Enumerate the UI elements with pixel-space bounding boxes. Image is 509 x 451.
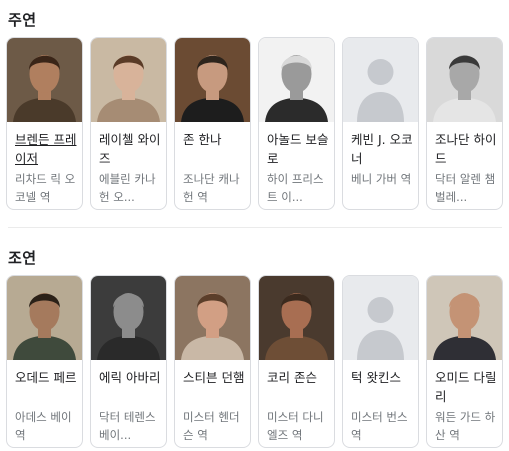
cast-role: 리차드 릭 오코넬 역	[15, 172, 76, 204]
cast-card[interactable]: 조나단 하이드 닥터 알렌 챔벌레...	[426, 37, 503, 210]
cast-role: 에블린 카나헌 오...	[99, 172, 156, 204]
cast-role: 닥터 알렌 챔벌레...	[435, 172, 496, 204]
placeholder-avatar	[343, 38, 418, 122]
cast-card[interactable]: 에릭 아바리 닥터 테렌스 베이...	[90, 275, 167, 448]
cast-role: 조나단 캐나헌 역	[183, 172, 240, 204]
person-photo	[91, 276, 166, 360]
cast-name: 스티븐 던햄	[183, 370, 245, 385]
lead-cast-section: 주연 브렌든 프레이저 리차드 릭 오코넬 역 레이첼 와이즈 에블린 카나헌 …	[0, 0, 509, 220]
cast-name: 조나단 하이드	[435, 132, 497, 166]
cast-card[interactable]: 존 한나 조나단 캐나헌 역	[174, 37, 251, 210]
section-divider	[8, 227, 502, 228]
cast-role: 워든 가드 하산 역	[435, 410, 496, 442]
person-photo	[259, 38, 334, 122]
cast-role: 미스터 다니엘즈 역	[267, 410, 324, 442]
cast-card[interactable]: 오데드 페르 아데스 베이 역	[6, 275, 83, 448]
person-photo	[175, 276, 250, 360]
cast-card[interactable]: 스티븐 던햄 미스터 헨더슨 역	[174, 275, 251, 448]
supporting-cast-section: 조연 오데드 페르 아데스 베이 역 에릭 아바리 닥터 테렌스 베이... 스…	[0, 238, 509, 451]
cast-name: 턱 왓킨스	[351, 370, 401, 385]
cast-name: 아놀드 보슬로	[267, 132, 329, 166]
section-title-supporting: 조연	[8, 249, 37, 267]
cast-role: 하이 프리스트 이...	[267, 172, 324, 204]
placeholder-avatar	[343, 276, 418, 360]
cast-name: 오데드 페르	[15, 370, 77, 385]
cast-name: 케빈 J. 오코너	[351, 132, 413, 166]
cast-role: 미스터 번스 역	[351, 410, 408, 442]
person-photo	[259, 276, 334, 360]
cast-card[interactable]: 케빈 J. 오코너 베니 가버 역	[342, 37, 419, 210]
person-photo	[175, 38, 250, 122]
cast-role: 아데스 베이 역	[15, 410, 72, 442]
section-title-lead: 주연	[8, 11, 37, 29]
person-photo	[427, 276, 502, 360]
cast-card[interactable]: 코리 존슨 미스터 다니엘즈 역	[258, 275, 335, 448]
person-photo	[7, 276, 82, 360]
cast-name: 브렌든 프레이저	[15, 132, 77, 166]
cast-role: 닥터 테렌스 베이...	[99, 410, 156, 442]
cast-card[interactable]: 오미드 다릴리 워든 가드 하산 역	[426, 275, 503, 448]
person-photo	[427, 38, 502, 122]
person-photo	[91, 38, 166, 122]
cast-name: 레이첼 와이즈	[99, 132, 161, 166]
cast-card[interactable]: 아놀드 보슬로 하이 프리스트 이...	[258, 37, 335, 210]
cast-card[interactable]: 레이첼 와이즈 에블린 카나헌 오...	[90, 37, 167, 210]
person-photo	[7, 38, 82, 122]
cast-name: 에릭 아바리	[99, 370, 161, 385]
cast-card[interactable]: 브렌든 프레이저 리차드 릭 오코넬 역	[6, 37, 83, 210]
cast-name: 존 한나	[183, 132, 222, 147]
cast-role: 미스터 헨더슨 역	[183, 410, 240, 442]
cast-name: 오미드 다릴리	[435, 370, 497, 404]
cast-name: 코리 존슨	[267, 370, 317, 385]
cast-card[interactable]: 턱 왓킨스 미스터 번스 역	[342, 275, 419, 448]
cast-role: 베니 가버 역	[351, 172, 412, 186]
